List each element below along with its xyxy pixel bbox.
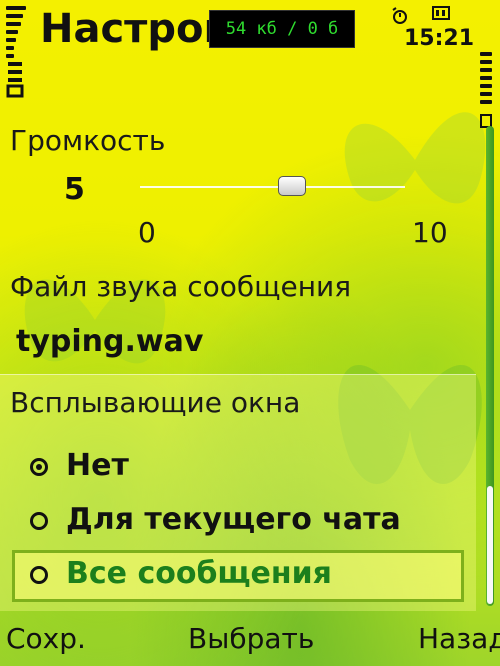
softkey-back[interactable]: Назад	[418, 622, 500, 655]
clock: 15:21	[404, 26, 475, 51]
alarm-icon	[392, 7, 407, 24]
volume-slider-thumb[interactable]	[278, 176, 306, 196]
scrollbar[interactable]	[486, 126, 494, 606]
sim-card-icon	[432, 6, 450, 20]
popups-label: Всплывающие окна	[10, 386, 301, 419]
softkey-save[interactable]: Сохр.	[6, 622, 86, 655]
radio-checked-icon[interactable]	[30, 458, 48, 476]
radio-unchecked-icon[interactable]	[30, 566, 48, 584]
volume-label: Громкость	[10, 124, 166, 157]
option-label: Все сообщения	[66, 556, 332, 591]
volume-value: 5	[64, 172, 85, 207]
volume-slider-track[interactable]	[140, 186, 405, 188]
volume-max-label: 10	[412, 216, 448, 249]
option-label: Для текущего чата	[66, 502, 401, 537]
page-title: Настройк	[40, 6, 220, 52]
sound-file-label: Файл звука сообщения	[10, 270, 352, 303]
sound-file-value[interactable]: typing.wav	[16, 324, 203, 359]
data-counter: 54 кб / 0 б	[209, 10, 355, 48]
radio-unchecked-icon[interactable]	[30, 512, 48, 530]
network-3g-icon	[6, 62, 24, 98]
option-label: Нет	[66, 448, 129, 483]
softkey-select[interactable]: Выбрать	[188, 622, 314, 655]
scrollbar-thumb[interactable]	[487, 486, 493, 604]
volume-min-label: 0	[138, 216, 156, 249]
